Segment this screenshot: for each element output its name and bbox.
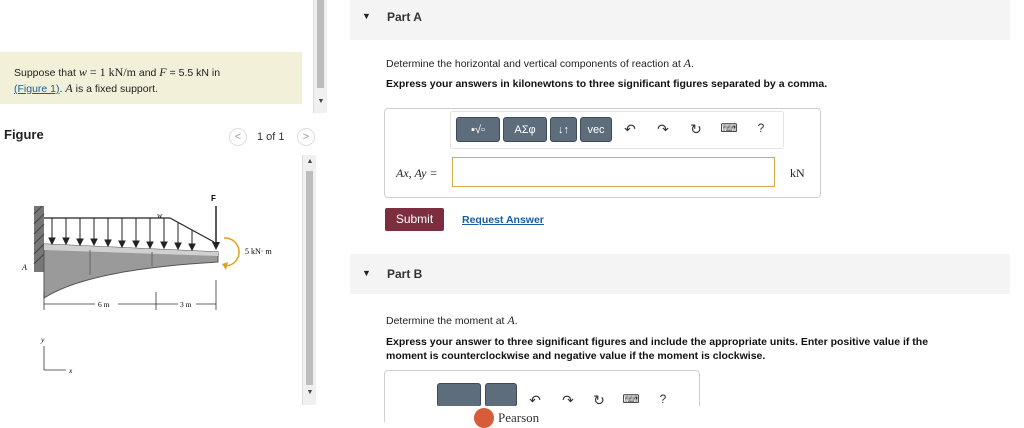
templates-button[interactable]: ▪√▫ bbox=[456, 117, 500, 142]
problem-line-1: Suppose that w = 1 kN/m and F = 5.5 kN i… bbox=[14, 65, 221, 79]
request-answer-link[interactable]: Request Answer bbox=[462, 214, 544, 226]
moment-arc bbox=[223, 237, 240, 267]
part-b-instruction-1: Express your answer to three significant… bbox=[386, 336, 929, 348]
problem-scrollbar[interactable]: ▼ bbox=[313, 0, 327, 113]
part-a-caret-icon[interactable]: ▼ bbox=[362, 11, 371, 21]
keyboard-icon[interactable]: ⌨ bbox=[720, 121, 738, 135]
part-b-title[interactable]: Part B bbox=[387, 267, 422, 281]
submit-button[interactable]: Submit bbox=[385, 208, 444, 231]
arrows-button[interactable]: ↓↑ bbox=[550, 117, 577, 142]
figure-scroll-up-arrow[interactable]: ▲ bbox=[304, 158, 316, 165]
force-f-arrowhead bbox=[212, 242, 220, 250]
part-b-header[interactable] bbox=[350, 254, 1010, 294]
next-figure-button[interactable]: > bbox=[297, 128, 315, 146]
reset-icon[interactable]: ↻ bbox=[687, 121, 705, 138]
part-a-instruction: Express your answers in kilonewtons to t… bbox=[386, 78, 828, 90]
label-f: F bbox=[211, 194, 216, 203]
figure-title: Figure bbox=[4, 127, 44, 142]
unit-label: kN bbox=[790, 166, 805, 180]
part-b-units-button[interactable] bbox=[485, 383, 517, 407]
part-b-templates-buttons[interactable] bbox=[433, 383, 517, 407]
vec-button[interactable]: vec bbox=[580, 117, 612, 142]
part-b-keyboard-icon[interactable]: ⌨ bbox=[622, 392, 640, 406]
prev-figure-button[interactable]: < bbox=[229, 128, 247, 146]
part-a-prompt: Determine the horizontal and vertical co… bbox=[386, 56, 694, 70]
problem-line-2: (Figure 1). A is a fixed support. bbox=[14, 81, 158, 95]
label-dim-6m: 6 m bbox=[98, 300, 110, 309]
figure-pager: 1 of 1 bbox=[257, 131, 285, 143]
part-b-help-icon[interactable]: ? bbox=[654, 392, 672, 406]
help-icon[interactable]: ? bbox=[752, 121, 770, 135]
input-label: Ax, Ay = bbox=[396, 166, 438, 180]
pearson-brand: Pearson bbox=[498, 410, 540, 425]
part-a-answer-input[interactable] bbox=[452, 157, 775, 187]
figure-link[interactable]: (Figure 1) bbox=[14, 83, 60, 95]
label-x: x bbox=[68, 366, 73, 375]
part-b-instruction-2: moment is counterclockwise and negative … bbox=[386, 350, 766, 362]
part-b-templates-button[interactable] bbox=[437, 383, 481, 407]
label-w: w bbox=[157, 211, 163, 220]
label-a: A bbox=[21, 263, 27, 272]
figure-scroll-down-arrow[interactable]: ▼ bbox=[304, 389, 316, 396]
part-b-prompt: Determine the moment at A. bbox=[386, 313, 518, 327]
undo-icon[interactable]: ↶ bbox=[621, 121, 639, 138]
part-b-caret-icon[interactable]: ▼ bbox=[362, 268, 371, 278]
greek-button[interactable]: ΑΣφ bbox=[503, 117, 547, 142]
problem-scroll-thumb[interactable] bbox=[317, 0, 324, 88]
figure-scrollbar[interactable]: ▲ ▼ bbox=[302, 155, 316, 405]
part-a-header[interactable] bbox=[350, 0, 1010, 40]
problem-statement: Suppose that w = 1 kN/m and F = 5.5 kN i… bbox=[0, 52, 302, 104]
label-y: y bbox=[40, 335, 45, 344]
scroll-down-arrow[interactable]: ▼ bbox=[315, 98, 327, 105]
label-dim-3m: 3 m bbox=[180, 300, 192, 309]
figure-scroll-thumb[interactable] bbox=[306, 171, 313, 385]
label-moment: 5 kN· m bbox=[245, 247, 272, 256]
beam-figure: w F 5 kN· m A 6 m 3 m y x bbox=[21, 194, 272, 375]
toolbar-clip bbox=[385, 406, 701, 422]
part-a-title[interactable]: Part A bbox=[387, 10, 422, 24]
pearson-logo-icon bbox=[474, 408, 494, 428]
redo-icon[interactable]: ↷ bbox=[654, 121, 672, 138]
